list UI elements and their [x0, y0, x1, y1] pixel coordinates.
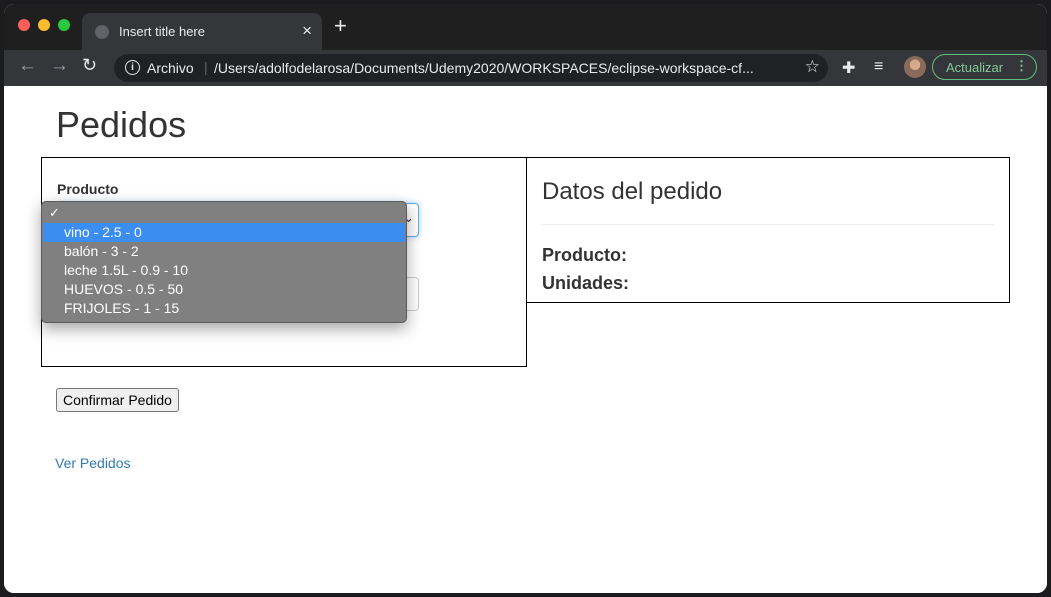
window-maximize-button[interactable]	[58, 19, 70, 31]
dropdown-option[interactable]: FRIJOLES - 1 - 15	[43, 299, 405, 318]
dropdown-option[interactable]: leche 1.5L - 0.9 - 10	[43, 261, 405, 280]
option-label: FRIJOLES - 1 - 15	[64, 300, 180, 316]
forward-arrow-icon[interactable]: →	[50, 55, 69, 77]
new-tab-button[interactable]: +	[334, 15, 347, 37]
address-separator: |	[204, 59, 208, 75]
reload-icon[interactable]: ↻	[82, 55, 97, 76]
address-bar[interactable]: i Archivo | /Users/adolfodelarosa/Docume…	[114, 54, 828, 82]
product-label: Producto	[57, 181, 119, 197]
confirm-order-button[interactable]: Confirmar Pedido	[56, 388, 179, 412]
product-dropdown-menu: ✓ vino - 2.5 - 0 balón - 3 - 2 leche 1.5…	[41, 201, 407, 323]
window-minimize-button[interactable]	[38, 19, 50, 31]
dropdown-option-empty[interactable]: ✓	[43, 203, 405, 222]
info-icon[interactable]: i	[125, 60, 140, 75]
more-vert-icon[interactable]: ⋮	[1015, 58, 1028, 74]
details-units-label: Unidades:	[542, 273, 630, 293]
details-heading: Datos del pedido	[542, 178, 723, 205]
scheme-label: Archivo	[147, 60, 194, 76]
details-product-label: Producto:	[542, 245, 627, 265]
page-content: Pedidos Producto ⌄ Datos del pedido Prod…	[4, 86, 1047, 593]
avatar[interactable]	[904, 56, 926, 78]
tab-title: Insert title here	[119, 24, 205, 39]
tab-bar: Insert title here × +	[4, 4, 1047, 50]
view-orders-link[interactable]: Ver Pedidos	[55, 455, 131, 471]
update-label: Actualizar	[946, 60, 1004, 75]
option-label: balón - 3 - 2	[64, 243, 139, 259]
browser-toolbar: ← → ↻ i Archivo | /Users/adolfodelarosa/…	[4, 50, 1047, 86]
order-details-panel: Datos del pedido Producto: Unidades:	[526, 157, 1010, 303]
browser-tab[interactable]: Insert title here ×	[82, 13, 322, 50]
window-close-button[interactable]	[18, 19, 30, 31]
star-icon[interactable]: ☆	[805, 57, 820, 77]
checkmark-icon: ✓	[49, 205, 60, 220]
page-title: Pedidos	[56, 104, 187, 145]
back-arrow-icon[interactable]: ←	[18, 55, 37, 77]
close-tab-icon[interactable]: ×	[302, 21, 312, 41]
dropdown-option[interactable]: HUEVOS - 0.5 - 50	[43, 280, 405, 299]
dropdown-option[interactable]: balón - 3 - 2	[43, 242, 405, 261]
option-label: vino - 2.5 - 0	[64, 224, 142, 240]
media-queue-icon[interactable]: ≡	[874, 58, 883, 76]
url-text[interactable]: /Users/adolfodelarosa/Documents/Udemy202…	[214, 60, 789, 76]
dropdown-option[interactable]: vino - 2.5 - 0	[43, 223, 405, 242]
option-label: leche 1.5L - 0.9 - 10	[64, 262, 189, 278]
option-label: HUEVOS - 0.5 - 50	[64, 281, 184, 297]
puzzle-icon[interactable]: ✚	[842, 58, 855, 78]
divider	[542, 224, 995, 225]
update-button[interactable]: Actualizar ⋮	[932, 54, 1037, 80]
globe-icon	[95, 25, 109, 39]
